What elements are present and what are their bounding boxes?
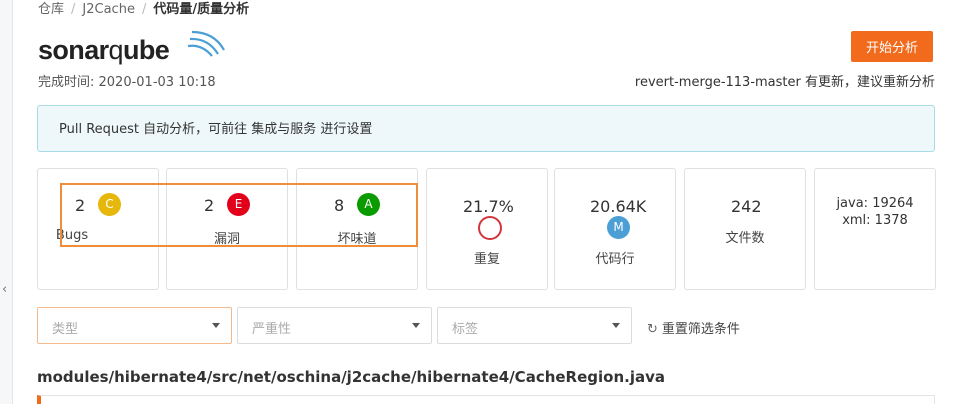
metric-card-lines[interactable]: 20.64K M 代码行 <box>554 168 676 290</box>
type-select-placeholder: 类型 <box>52 322 79 337</box>
logo-text-rest: ube <box>122 35 170 65</box>
chevron-left-icon[interactable]: ‹ <box>2 283 7 297</box>
left-collapse-bar[interactable]: ‹ <box>0 0 13 404</box>
duplication-value: 21.7% <box>463 197 514 216</box>
files-label: 文件数 <box>725 231 765 246</box>
language-java: java: 19264 <box>836 196 914 211</box>
breadcrumb-current: 代码量/质量分析 <box>153 2 250 17</box>
lines-label: 代码行 <box>595 252 635 267</box>
reset-icon: ↻ <box>647 322 658 337</box>
metric-card-duplication[interactable]: 21.7% 重复 <box>426 168 548 290</box>
update-note: revert-merge-113-master 有更新，建议重新分析 <box>634 75 935 90</box>
caret-down-icon <box>612 323 620 328</box>
pull-request-notice: Pull Request 自动分析，可前往 集成与服务 进行设置 <box>37 105 935 152</box>
severity-select-placeholder: 严重性 <box>252 322 292 337</box>
logo-text: sonar <box>38 35 109 65</box>
file-path[interactable]: modules/hibernate4/src/net/oschina/j2cac… <box>37 368 665 386</box>
severity-select[interactable]: 严重性 <box>237 307 432 344</box>
files-value: 242 <box>731 197 762 216</box>
caret-down-icon <box>412 323 420 328</box>
breadcrumb-item-project[interactable]: J2Cache <box>82 2 135 17</box>
size-badge-icon: M <box>607 216 630 239</box>
metric-card-languages[interactable]: java: 19264 xml: 1378 <box>814 168 936 290</box>
reset-filters-button[interactable]: ↻ 重置筛选条件 <box>647 318 740 337</box>
breadcrumb-separator: / <box>141 2 147 17</box>
logo-waves-icon <box>187 30 225 57</box>
highlight-box <box>60 183 418 247</box>
breadcrumb-separator: / <box>71 2 76 17</box>
logo-text-q: q <box>108 35 124 65</box>
breadcrumb: 仓库 / J2Cache / 代码量/质量分析 <box>38 0 249 17</box>
sonarqube-logo: sonarqube <box>38 30 225 68</box>
duplication-label: 重复 <box>473 252 500 267</box>
type-select[interactable]: 类型 <box>37 307 232 344</box>
caret-down-icon <box>212 323 220 328</box>
start-analysis-button[interactable]: 开始分析 <box>851 31 933 62</box>
breadcrumb-item-repo[interactable]: 仓库 <box>38 2 64 17</box>
duplication-ring-icon <box>478 216 502 240</box>
tag-select[interactable]: 标签 <box>437 307 632 344</box>
metric-card-files[interactable]: 242 文件数 <box>684 168 806 290</box>
tag-select-placeholder: 标签 <box>452 322 479 337</box>
completed-time: 完成时间: 2020-01-03 10:18 <box>38 75 216 90</box>
code-issue-box <box>37 395 935 404</box>
language-xml: xml: 1378 <box>842 213 908 228</box>
lines-value: 20.64K <box>590 197 647 216</box>
reset-filters-label: 重置筛选条件 <box>661 322 740 337</box>
